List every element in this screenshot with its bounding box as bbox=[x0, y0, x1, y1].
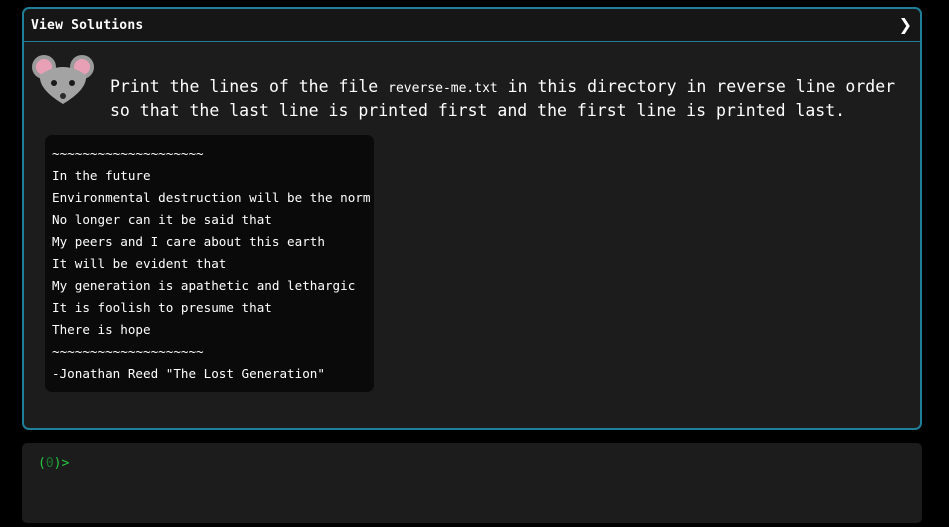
poem-line: There is hope bbox=[52, 322, 151, 337]
poem-line: ~~~~~~~~~~~~~~~~~~~~ bbox=[52, 344, 204, 359]
poem-line: My generation is apathetic and lethargic bbox=[52, 278, 356, 293]
poem-attribution: -Jonathan Reed "The Lost Generation" bbox=[52, 366, 325, 381]
shell-prompt: (0)> bbox=[38, 456, 69, 471]
terminal-input[interactable] bbox=[102, 453, 902, 475]
task-panel: View Solutions ❯ Print the lines of the … bbox=[22, 7, 922, 430]
poem-line: Environmental destruction will be the no… bbox=[52, 190, 371, 205]
view-solutions-label: View Solutions bbox=[31, 18, 144, 33]
chevron-right-icon[interactable]: ❯ bbox=[899, 15, 912, 34]
poem-line: No longer can it be said that bbox=[52, 212, 272, 227]
poem-line: It will be evident that bbox=[52, 256, 227, 271]
prompt-close: )> bbox=[53, 456, 70, 471]
task-instruction: Print the lines of the file reverse-me.t… bbox=[110, 76, 900, 122]
poem-line: It is foolish to presume that bbox=[52, 300, 272, 315]
page: View Solutions ❯ Print the lines of the … bbox=[0, 0, 949, 527]
exit-code: 0 bbox=[45, 456, 54, 471]
poem-line: My peers and I care about this earth bbox=[52, 234, 325, 249]
view-solutions-toggle[interactable]: View Solutions ❯ bbox=[24, 9, 920, 42]
terminal[interactable]: (0)> bbox=[22, 443, 922, 523]
poem-line: ~~~~~~~~~~~~~~~~~~~~ bbox=[52, 146, 204, 161]
instruction-filename: reverse-me.txt bbox=[388, 81, 498, 96]
mouse-icon bbox=[30, 51, 96, 107]
prompt-open-paren: ( bbox=[38, 456, 46, 471]
file-preview: ~~~~~~~~~~~~~~~~~~~~ In the future Envir… bbox=[45, 135, 374, 392]
instruction-text-start: Print the lines of the file bbox=[110, 77, 389, 96]
poem-line: In the future bbox=[52, 168, 151, 183]
